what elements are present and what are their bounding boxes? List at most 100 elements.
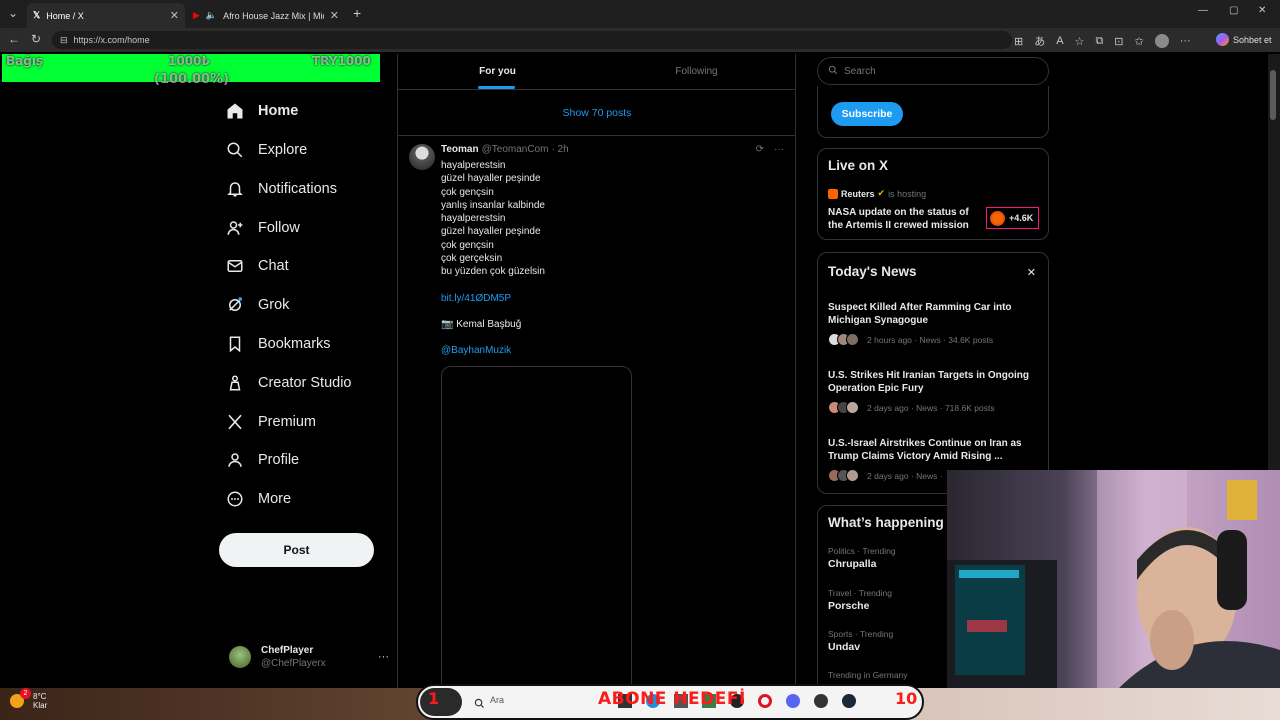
- app-available-icon[interactable]: ⊞: [1014, 35, 1023, 48]
- account-menu-icon[interactable]: ···: [378, 651, 389, 663]
- nav-more[interactable]: More: [226, 484, 291, 514]
- nav-home[interactable]: Home: [226, 96, 298, 126]
- taskbar-search-placeholder[interactable]: Ara: [490, 695, 504, 705]
- trend-item[interactable]: Travel · Trending Porsche: [828, 588, 892, 612]
- nav-explore[interactable]: Explore: [226, 135, 307, 165]
- live-title: Live on X: [828, 158, 889, 173]
- copilot-button[interactable]: Sohbet et: [1216, 33, 1272, 46]
- opera-icon[interactable]: [758, 694, 772, 708]
- nav-follow[interactable]: Follow: [226, 213, 300, 243]
- live-headline[interactable]: NASA update on the status of the Artemis…: [828, 206, 978, 232]
- close-icon[interactable]: ✕: [1027, 266, 1036, 279]
- live-host-name: Reuters: [841, 188, 875, 199]
- browser-tab-music[interactable]: ▶ 🔈 Afro House Jazz Mix | Midnigh ✕: [187, 3, 345, 28]
- trend-item[interactable]: Sports · Trending Undav: [828, 629, 893, 653]
- grok-explain-icon[interactable]: ⟳: [756, 144, 764, 155]
- weather-badge: 2: [20, 688, 31, 699]
- nav-notifications[interactable]: Notifications: [226, 174, 337, 204]
- steam-icon[interactable]: [842, 694, 856, 708]
- search-input[interactable]: Search: [817, 57, 1049, 85]
- extensions-icon[interactable]: ⧉: [1095, 35, 1103, 48]
- favorite-star-icon[interactable]: ☆: [1075, 35, 1085, 48]
- tweet-line: bu yüzden çok güzelsin: [441, 266, 545, 278]
- translate-icon[interactable]: あ: [1034, 33, 1045, 49]
- tweet-time[interactable]: · 2h: [551, 144, 568, 155]
- more-circle-icon: [226, 490, 244, 508]
- weather-widget[interactable]: 2 8°C Klar: [10, 688, 47, 710]
- nav-profile[interactable]: Profile: [226, 445, 299, 475]
- close-tab-icon[interactable]: ✕: [170, 9, 179, 22]
- show-new-posts-button[interactable]: Show 70 posts: [398, 90, 796, 136]
- search-icon: [474, 696, 485, 714]
- donation-goal-overlay: Bağış 1000₺ TRY1000 (100.00%): [2, 54, 380, 87]
- read-aloud-icon[interactable]: A: [1056, 35, 1063, 47]
- app-icon[interactable]: [814, 694, 828, 708]
- tab-for-you[interactable]: For you: [398, 54, 597, 89]
- tweet-more-icon[interactable]: ···: [774, 144, 784, 155]
- account-switcher[interactable]: ChefPlayer @ChefPlayerx ···: [229, 641, 389, 673]
- tweet-avatar[interactable]: [409, 144, 435, 170]
- goal-current: 1: [428, 689, 440, 708]
- url-text: https://x.com/home: [73, 35, 150, 45]
- trend-name: Porsche: [828, 600, 870, 612]
- live-host[interactable]: Reuters ✔ is hosting: [828, 188, 926, 199]
- tweet-author-name[interactable]: Teoman: [441, 144, 479, 155]
- tab-list-chevron-icon[interactable]: ⌄: [8, 6, 18, 20]
- nav-home-label: Home: [258, 103, 299, 119]
- nav-chat[interactable]: Chat: [226, 251, 289, 281]
- tweet-line: yanlış insanlar kalbinde: [441, 199, 545, 211]
- donation-goal: TRY1000: [312, 54, 371, 68]
- nav-bookmarks[interactable]: Bookmarks: [226, 329, 331, 359]
- favorites-icon[interactable]: ✩: [1135, 35, 1144, 48]
- live-listeners-badge[interactable]: +4.6K: [986, 207, 1039, 229]
- youtube-favicon-icon: ▶: [193, 10, 200, 20]
- minimize-icon[interactable]: —: [1198, 5, 1208, 16]
- new-tab-icon[interactable]: +: [353, 5, 361, 21]
- close-window-icon[interactable]: ✕: [1258, 5, 1266, 16]
- news-title: Today's News: [828, 264, 917, 279]
- timeline-tabs: For you Following: [398, 54, 796, 90]
- back-icon[interactable]: ←: [8, 32, 20, 46]
- tweet-mention[interactable]: @BayhanMuzik: [441, 344, 545, 357]
- maximize-icon[interactable]: ▢: [1229, 5, 1238, 16]
- goal-target: 10: [895, 689, 918, 708]
- url-field[interactable]: ⊟ https://x.com/home: [52, 31, 1012, 49]
- post-button[interactable]: Post: [219, 533, 374, 567]
- x-logo-icon: [226, 413, 244, 431]
- close-tab-icon[interactable]: ✕: [330, 9, 339, 22]
- split-screen-icon[interactable]: ⊡: [1114, 35, 1123, 48]
- nav-creator-studio[interactable]: Creator Studio: [226, 368, 352, 398]
- nav-profile-label: Profile: [258, 452, 300, 468]
- live-on-x-card: Live on X Reuters ✔ is hosting NASA upda…: [817, 148, 1049, 240]
- more-icon[interactable]: ···: [1180, 35, 1191, 47]
- scrollbar-thumb[interactable]: [1270, 70, 1276, 120]
- tweet-text: hayalperestsin güzel hayaller peşinde ço…: [441, 159, 545, 358]
- nav-premium-label: Premium: [258, 414, 317, 430]
- todays-news-card: Today's News ✕ Suspect Killed After Ramm…: [817, 252, 1049, 494]
- tweet-link[interactable]: bit.ly/41ØDM5P: [441, 292, 545, 305]
- browser-tab-home[interactable]: 𝕏 Home / X ✕: [27, 3, 185, 28]
- news-item-title: U.S.-Israel Airstrikes Continue on Iran …: [828, 438, 1022, 462]
- site-info-icon[interactable]: ⊟: [60, 35, 68, 46]
- tab-following[interactable]: Following: [597, 54, 796, 89]
- trend-item[interactable]: Politics · Trending Chrupalla: [828, 546, 896, 570]
- subscribe-button[interactable]: Subscribe: [831, 102, 903, 126]
- trend-item[interactable]: Trending in Germany: [828, 670, 908, 680]
- speaker-icon[interactable]: 🔈: [206, 10, 217, 21]
- grok-icon: [226, 296, 244, 314]
- tweet[interactable]: Teoman @TeomanCom · 2h ⟳ ··· hayalperest…: [398, 136, 796, 696]
- news-item[interactable]: U.S. Strikes Hit Iranian Targets in Ongo…: [828, 369, 1038, 414]
- profile-avatar-icon[interactable]: [1154, 34, 1169, 48]
- nav-grok-label: Grok: [258, 297, 290, 313]
- camera-icon: 📷: [441, 318, 454, 330]
- discord-icon[interactable]: [786, 694, 800, 708]
- tweet-media[interactable]: [441, 366, 632, 696]
- nav-premium[interactable]: Premium: [226, 407, 316, 437]
- subscriber-goal-text: ABONE HEDEFİ: [598, 689, 746, 709]
- news-item[interactable]: Suspect Killed After Ramming Car into Mi…: [828, 301, 1038, 346]
- home-icon: [226, 102, 244, 120]
- reload-icon[interactable]: ↻: [31, 32, 41, 46]
- nav-grok[interactable]: Grok: [226, 290, 289, 320]
- account-handle: @ChefPlayerx: [261, 658, 326, 669]
- tweet-author-handle[interactable]: @TeomanCom: [482, 144, 549, 155]
